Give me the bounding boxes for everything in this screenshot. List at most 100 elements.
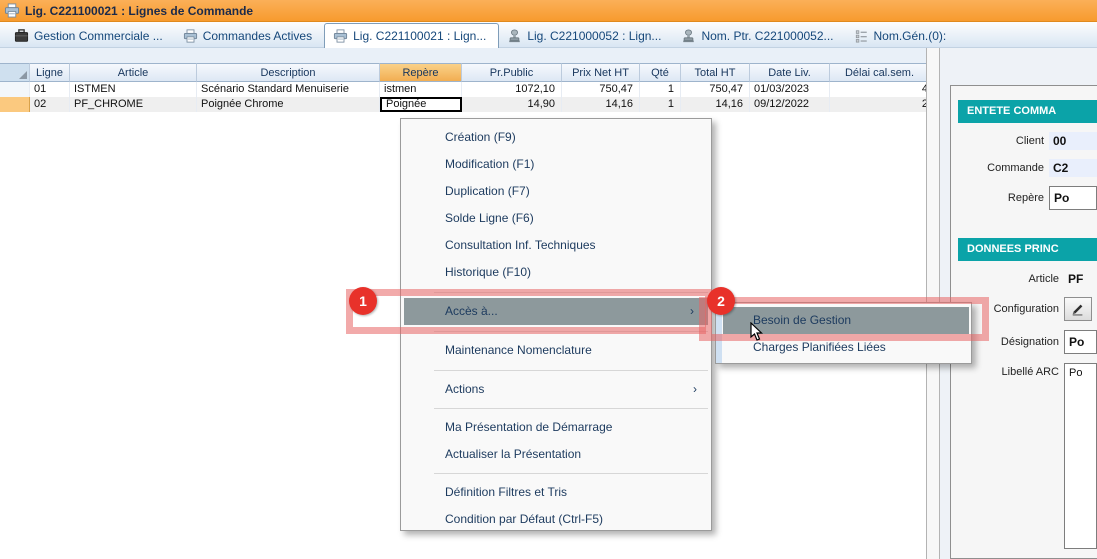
menu-item-duplication[interactable]: Duplication (F7) [401,178,711,205]
client-value[interactable]: 00 [1049,132,1097,150]
cell-date-liv[interactable]: 09/12/2022 [750,97,830,112]
printer-icon [4,3,20,18]
cell-pr-public[interactable]: 1072,10 [462,82,562,97]
libelle-arc-textarea[interactable]: Po [1064,363,1097,549]
cell-article[interactable]: ISTMEN [70,82,197,97]
cell-delai[interactable]: 4 [830,82,930,97]
tab-lig-c221000052[interactable]: Lig. C221000052 : Lign... [499,25,673,47]
menu-item-definition-filtres[interactable]: Définition Filtres et Tris [401,479,711,506]
field-article: Article PF [951,270,1097,288]
cell-total-ht[interactable]: 750,47 [681,82,750,97]
field-designation: Désignation Po [951,330,1097,354]
tab-bar: Gestion Commerciale ... Commandes Active… [0,22,1097,48]
cell-delai[interactable]: 2 [830,97,930,112]
cell-description[interactable]: Scénario Standard Menuiserie [197,82,380,97]
commande-label: Commande [951,162,1044,174]
configuration-button[interactable] [1064,297,1092,321]
menu-item-maintenance-nomenclature[interactable]: Maintenance Nomenclature [401,337,711,364]
menu-item-creation[interactable]: Création (F9) [401,124,711,151]
printer-icon [333,29,348,43]
menu-separator [434,331,708,332]
cell-repere[interactable]: istmen [380,82,462,97]
submenu-arrow-icon: › [690,298,694,325]
col-header-delai[interactable]: Délai cal.sem. [830,63,930,82]
table-row[interactable]: 01 ISTMEN Scénario Standard Menuiserie i… [0,82,930,97]
tab-label: Commandes Actives [203,29,312,43]
corner-triangle-icon [19,71,27,79]
printer-icon [183,29,198,43]
menu-separator [434,408,708,409]
menu-item-actions[interactable]: Actions › [401,376,711,403]
context-menu: Création (F9) Modification (F1) Duplicat… [400,118,712,531]
section-header-entete: ENTETE COMMA [958,100,1097,123]
designation-input[interactable]: Po [1064,330,1097,354]
cell-article[interactable]: PF_CHROME [70,97,197,112]
row-selector[interactable] [0,82,30,97]
menu-item-label: Accès à... [445,304,498,318]
commande-value[interactable]: C2 [1049,159,1097,177]
col-header-article[interactable]: Article [70,63,197,82]
order-lines-grid: Ligne Article Description Repère Pr.Publ… [0,63,930,112]
row-selector[interactable] [0,97,30,112]
repere-input[interactable]: Po [1049,186,1097,210]
cell-ligne[interactable]: 02 [30,97,70,112]
article-label: Article [951,273,1059,285]
field-configuration: Configuration [951,297,1097,321]
briefcase-icon [14,29,29,43]
repere-label: Repère [951,192,1044,204]
tab-lig-c221100021[interactable]: Lig. C221100021 : Lign... [324,23,499,48]
col-header-total-ht[interactable]: Total HT [681,63,750,82]
tab-label: Nom. Ptr. C221000052... [701,29,833,43]
col-header-prix-net-ht[interactable]: Prix Net HT [562,63,640,82]
menu-item-actualiser[interactable]: Actualiser la Présentation [401,441,711,468]
menu-item-solde-ligne[interactable]: Solde Ligne (F6) [401,205,711,232]
col-header-qte[interactable]: Qté [640,63,681,82]
article-value[interactable]: PF [1064,270,1097,288]
submenu-arrow-icon: › [693,376,697,403]
menu-item-consultation[interactable]: Consultation Inf. Techniques [401,232,711,259]
tab-nom-ptr[interactable]: Nom. Ptr. C221000052... [673,25,845,47]
menu-item-modification[interactable]: Modification (F1) [401,151,711,178]
app-window: Lig. C221100021 : Lignes de Commande Ges… [0,0,1097,559]
menu-item-historique[interactable]: Historique (F10) [401,259,711,286]
cell-ligne[interactable]: 01 [30,82,70,97]
col-header-date-liv[interactable]: Date Liv. [750,63,830,82]
menu-item-label: Actions [445,382,484,396]
field-repere: Repère Po [951,186,1097,210]
menu-item-ma-presentation[interactable]: Ma Présentation de Démarrage [401,414,711,441]
col-header-ligne[interactable]: Ligne [30,63,70,82]
col-header-pr-public[interactable]: Pr.Public [462,63,562,82]
cell-repere-selected[interactable]: Poignée [380,97,462,112]
cell-qte[interactable]: 1 [640,97,681,112]
cell-description[interactable]: Poignée Chrome [197,97,380,112]
cell-qte[interactable]: 1 [640,82,681,97]
stamp-icon [681,29,696,43]
field-commande: Commande C2 [951,159,1097,177]
select-all-corner[interactable] [0,63,30,82]
tab-commandes-actives[interactable]: Commandes Actives [175,25,324,47]
cell-prix-net[interactable]: 14,16 [562,97,640,112]
cell-date-liv[interactable]: 01/03/2023 [750,82,830,97]
annotation-badge-2: 2 [707,287,735,315]
cell-prix-net[interactable]: 750,47 [562,82,640,97]
stamp-icon [507,29,522,43]
menu-separator [434,370,708,371]
col-header-description[interactable]: Description [197,63,380,82]
libelle-arc-label: Libellé ARC [951,366,1059,378]
menu-item-acces-a[interactable]: Accès à... › [404,298,708,325]
menu-separator [434,473,708,474]
menu-item-condition-defaut[interactable]: Condition par Défaut (Ctrl-F5) [401,506,711,533]
col-header-repere[interactable]: Repère [380,63,462,82]
list-icon [854,29,869,43]
annotation-badge-1: 1 [349,287,377,315]
grid-header-row: Ligne Article Description Repère Pr.Publ… [0,63,930,82]
tab-label: Gestion Commerciale ... [34,29,163,43]
pen-icon [1071,302,1085,316]
cell-total-ht[interactable]: 14,16 [681,97,750,112]
table-row[interactable]: 02 PF_CHROME Poignée Chrome Poignée 14,9… [0,97,930,112]
tab-gestion-commerciale[interactable]: Gestion Commerciale ... [6,25,175,47]
client-label: Client [951,135,1044,147]
tab-nom-gen[interactable]: Nom.Gén.(0): [846,25,959,47]
tab-label: Lig. C221100021 : Lign... [353,29,486,43]
cell-pr-public[interactable]: 14,90 [462,97,562,112]
